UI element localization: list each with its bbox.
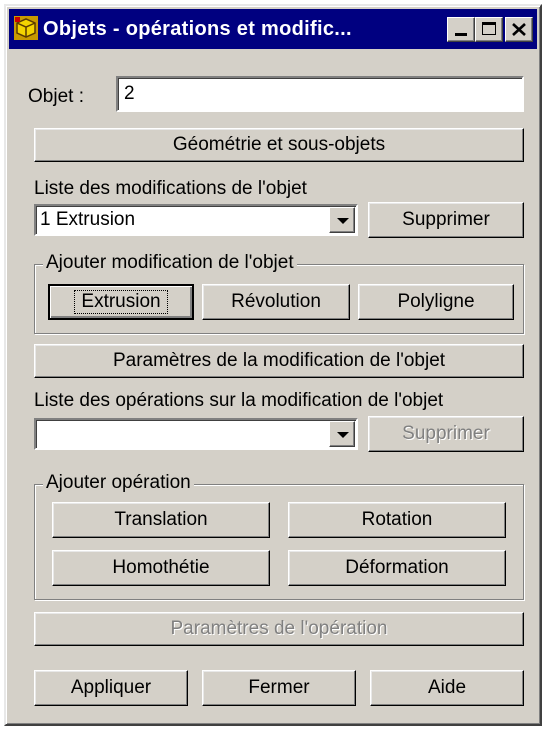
close-icon <box>512 23 526 36</box>
close-button[interactable] <box>505 17 533 42</box>
modifications-selected: 1 Extrusion <box>40 209 136 230</box>
modification-params-button[interactable]: Paramètres de la modification de l'objet <box>34 344 524 378</box>
delete-operation-button[interactable]: Supprimer <box>368 416 524 452</box>
homothetie-button[interactable]: Homothétie <box>52 550 270 586</box>
extrusion-button[interactable]: Extrusion <box>48 284 194 320</box>
minimize-icon <box>455 33 467 36</box>
polyligne-button[interactable]: Polyligne <box>358 284 514 320</box>
close-dialog-button[interactable]: Fermer <box>202 670 356 706</box>
modifications-label: Liste des modifications de l'objet <box>34 178 307 199</box>
title-bar[interactable]: Objets - opérations et modific... <box>9 9 537 49</box>
operations-combo[interactable] <box>34 418 358 450</box>
translation-button[interactable]: Translation <box>52 502 270 538</box>
apply-button[interactable]: Appliquer <box>34 670 188 706</box>
objet-field[interactable]: 2 <box>116 76 524 112</box>
objet-value: 2 <box>124 83 135 104</box>
app-icon <box>14 16 38 40</box>
revolution-button[interactable]: Révolution <box>202 284 350 320</box>
maximize-icon <box>482 22 496 35</box>
dropdown-arrow-icon[interactable] <box>329 421 355 447</box>
minimize-button[interactable] <box>447 17 475 42</box>
window-title: Objets - opérations et modific... <box>43 18 352 40</box>
dropdown-arrow-icon[interactable] <box>329 207 355 233</box>
add-operation-legend: Ajouter opération <box>43 472 194 494</box>
delete-modification-button[interactable]: Supprimer <box>368 202 524 238</box>
deformation-button[interactable]: Déformation <box>288 550 506 586</box>
objet-label: Objet : <box>28 86 84 107</box>
dialog-window: Objets - opérations et modific... Objet … <box>4 4 542 726</box>
operations-label: Liste des opérations sur la modification… <box>34 390 444 411</box>
add-modification-legend: Ajouter modification de l'objet <box>43 252 297 274</box>
geometry-button[interactable]: Géométrie et sous-objets <box>34 128 524 162</box>
operation-params-button[interactable]: Paramètres de l'opération <box>34 612 524 646</box>
extrusion-label: Extrusion <box>74 290 168 314</box>
help-button[interactable]: Aide <box>370 670 524 706</box>
rotation-button[interactable]: Rotation <box>288 502 506 538</box>
maximize-button[interactable] <box>475 17 503 42</box>
modifications-combo[interactable]: 1 Extrusion <box>34 204 358 236</box>
